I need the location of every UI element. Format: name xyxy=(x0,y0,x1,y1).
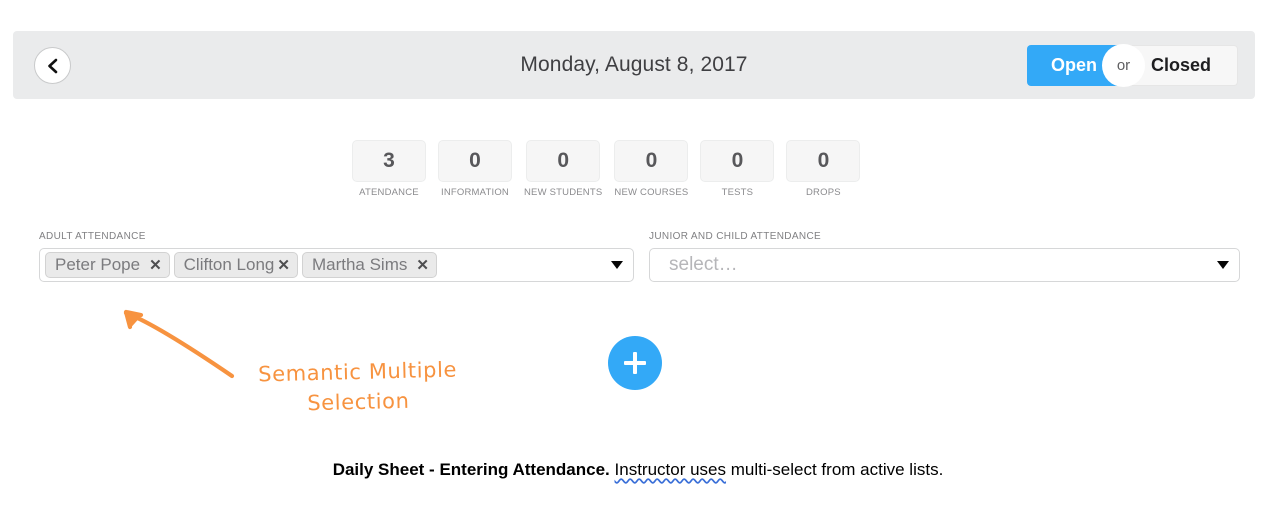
counter-label: NEW COURSES xyxy=(614,187,689,198)
counter-drops[interactable]: 0 DROPS xyxy=(786,140,861,198)
header-bar: Monday, August 8, 2017 Open or Closed xyxy=(13,31,1255,99)
annotation-line-2: Selection xyxy=(306,388,410,416)
caption-rest: multi-select from active lists. xyxy=(730,460,944,479)
counters-row: 3 ATENDANCE 0 INFORMATION 0 NEW STUDENTS… xyxy=(352,140,861,198)
chip-peter-pope[interactable]: Peter Pope ✕ xyxy=(45,252,170,278)
annotation-line-1: Semantic Multiple xyxy=(257,357,458,387)
caption: Daily Sheet - Entering Attendance. Instr… xyxy=(0,460,1276,480)
counter-label: NEW STUDENTS xyxy=(524,187,603,198)
open-closed-toggle[interactable]: Open or Closed xyxy=(1026,44,1238,87)
add-button[interactable] xyxy=(608,336,662,390)
select-placeholder: select… xyxy=(669,254,738,275)
counter-tests[interactable]: 0 TESTS xyxy=(700,140,775,198)
close-icon[interactable]: ✕ xyxy=(277,258,290,273)
chip-martha-sims[interactable]: Martha Sims ✕ xyxy=(301,252,437,278)
chip-label: Martha Sims xyxy=(311,255,408,274)
counter-label: DROPS xyxy=(806,187,841,198)
counter-value: 0 xyxy=(438,140,512,182)
junior-child-attendance-field: JUNIOR AND CHILD ATTENDANCE select… xyxy=(649,231,1240,282)
counter-label: TESTS xyxy=(721,187,754,198)
chevron-down-icon[interactable] xyxy=(1217,261,1229,269)
counter-value: 0 xyxy=(526,140,601,182)
counter-new-students[interactable]: 0 NEW STUDENTS xyxy=(524,140,602,198)
chip-label: Clifton Long xyxy=(183,255,275,274)
counter-value: 0 xyxy=(786,140,861,182)
counter-label: INFORMATION xyxy=(441,187,509,198)
counter-value: 0 xyxy=(700,140,775,182)
adult-attendance-field: ADULT ATTENDANCE Peter Pope ✕ Clifton Lo… xyxy=(39,231,634,282)
selected-chips: Peter Pope ✕ Clifton Long ✕ Martha Sims … xyxy=(45,252,603,278)
junior-child-attendance-label: JUNIOR AND CHILD ATTENDANCE xyxy=(649,231,822,242)
caption-bold: Daily Sheet - Entering Attendance. xyxy=(332,460,610,479)
adult-attendance-label: ADULT ATTENDANCE xyxy=(39,231,146,242)
close-icon[interactable]: ✕ xyxy=(416,258,429,273)
toggle-or-label: or xyxy=(1101,44,1145,87)
caption-spellchecked-text: Instructor uses xyxy=(614,460,727,479)
counter-value: 0 xyxy=(614,140,689,182)
junior-child-attendance-select[interactable]: select… xyxy=(649,248,1240,282)
chip-label: Peter Pope xyxy=(55,255,141,274)
counter-information[interactable]: 0 INFORMATION xyxy=(438,140,512,198)
close-icon[interactable]: ✕ xyxy=(149,258,162,273)
chevron-down-icon[interactable] xyxy=(611,261,623,269)
counter-value: 3 xyxy=(352,140,426,182)
counter-attendance[interactable]: 3 ATENDANCE xyxy=(352,140,426,198)
annotation-text: Semantic Multiple Selection xyxy=(227,354,488,420)
counter-new-courses[interactable]: 0 NEW COURSES xyxy=(614,140,689,198)
counter-label: ATENDANCE xyxy=(359,187,419,198)
chip-clifton-long[interactable]: Clifton Long ✕ xyxy=(173,252,298,278)
adult-attendance-multiselect[interactable]: Peter Pope ✕ Clifton Long ✕ Martha Sims … xyxy=(39,248,634,282)
